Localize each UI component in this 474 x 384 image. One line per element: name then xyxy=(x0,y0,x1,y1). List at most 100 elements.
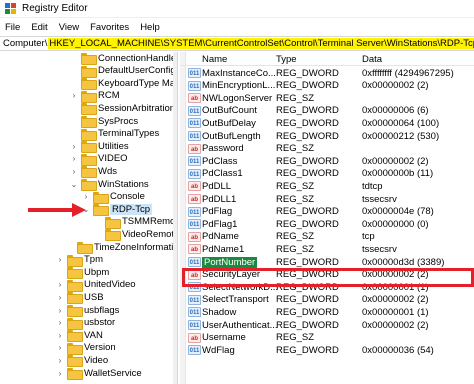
expand-chevron-icon[interactable]: › xyxy=(70,167,78,176)
value-row[interactable]: 011 PdClass REG_DWORD 0x00000002 (2) xyxy=(186,155,474,167)
expand-chevron-icon[interactable]: › xyxy=(56,369,64,378)
tree-item[interactable]: TimeZoneInformation xyxy=(66,241,177,254)
value-name: SelectNetworkD... xyxy=(202,281,279,293)
tree-item[interactable]: › usbflags xyxy=(56,304,119,317)
value-type: REG_SZ xyxy=(276,193,315,205)
tree-item[interactable]: ⌄ RDP-Tcp xyxy=(82,203,153,217)
value-row[interactable]: ab PdName1 REG_SZ tssecsrv xyxy=(186,243,474,255)
expand-chevron-icon[interactable]: › xyxy=(70,154,78,163)
tree-item[interactable]: › RCM xyxy=(70,90,120,103)
tree-item[interactable]: › Version xyxy=(56,342,116,355)
value-row[interactable]: 011 PortNumber REG_DWORD 0x00000d3d (3389) xyxy=(186,256,474,268)
tree-item[interactable]: DefaultUserConfigu xyxy=(70,65,177,78)
value-row[interactable]: 011 UserAuthenticat... REG_DWORD 0x00000002… xyxy=(186,319,474,331)
expand-chevron-icon[interactable]: › xyxy=(56,306,64,315)
folder-icon xyxy=(81,90,97,103)
folder-icon xyxy=(81,153,97,166)
tree-item[interactable]: › USB xyxy=(56,291,104,305)
tree-item[interactable]: › VAN xyxy=(56,329,103,343)
value-row[interactable]: ab PdDLL REG_SZ tdtcp xyxy=(186,180,474,192)
address-bar[interactable]: Computer\ HKEY_LOCAL_MACHINE\SYSTEM\Curr… xyxy=(0,36,474,51)
tree-item[interactable]: › VIDEO xyxy=(70,153,128,166)
tree-item[interactable]: › Wds xyxy=(70,165,117,179)
value-name: MaxInstanceCo... xyxy=(202,67,276,79)
tree-item[interactable]: › Tpm xyxy=(56,254,103,267)
value-row[interactable]: ab NWLogonServer REG_SZ xyxy=(186,92,474,104)
value-data: 0x00000002 (2) xyxy=(362,319,429,331)
value-row[interactable]: 011 PdClass1 REG_DWORD 0x0000000b (11) xyxy=(186,168,474,180)
value-name: OutBufCount xyxy=(202,105,257,117)
menu-help[interactable]: Help xyxy=(140,22,160,33)
expand-chevron-icon[interactable]: › xyxy=(56,318,64,327)
column-name-header[interactable]: Name xyxy=(202,54,227,65)
value-row[interactable]: ab PdDLL1 REG_SZ tssecsrv xyxy=(186,193,474,205)
expand-chevron-icon[interactable]: › xyxy=(70,91,78,100)
expand-chevron-icon[interactable]: › xyxy=(56,343,64,352)
value-row[interactable]: 011 SelectTransport REG_DWORD 0x00000002 (2… xyxy=(186,294,474,306)
expand-chevron-icon[interactable]: › xyxy=(56,255,64,264)
value-row[interactable]: ab Username REG_SZ xyxy=(186,332,474,344)
value-type: REG_DWORD xyxy=(276,344,339,356)
tree-item-label: WalletService xyxy=(84,367,142,379)
value-row[interactable]: 011 WdFlag REG_DWORD 0x00000036 (54) xyxy=(186,344,474,356)
key-tree[interactable]: ConnectionHandle DefaultUserConfigu Keyboa… xyxy=(0,52,178,384)
tree-item[interactable]: ConnectionHandle xyxy=(70,52,176,65)
value-row[interactable]: 011 PdFlag REG_DWORD 0x0000004e (78) xyxy=(186,206,474,218)
tree-item[interactable]: VideoRemoti xyxy=(94,228,176,242)
tree-item-label: WinStations xyxy=(98,178,149,190)
value-row[interactable]: ab SecurityLayer REG_DWORD 0x00000002 (2) xyxy=(186,269,474,281)
tree-item[interactable]: › Video xyxy=(56,354,108,368)
value-row[interactable]: 011 OutBufLength REG_DWORD 0x00000212 (530) xyxy=(186,130,474,142)
tree-item[interactable]: Ubpm xyxy=(56,266,109,280)
menu-view[interactable]: View xyxy=(59,22,79,33)
expand-chevron-icon[interactable]: › xyxy=(56,331,64,340)
expand-chevron-icon[interactable]: › xyxy=(56,280,64,289)
expand-chevron-icon[interactable]: › xyxy=(82,192,90,201)
tree-item[interactable]: › Console xyxy=(82,191,145,204)
folder-icon xyxy=(81,179,97,191)
tree-item-label: SessionArbitrationH xyxy=(98,102,178,114)
value-name: MinEncryptionL... xyxy=(202,80,276,92)
value-type: REG_DWORD xyxy=(276,294,339,306)
value-row[interactable]: 011 SelectNetworkD... REG_DWORD 0x00000001 … xyxy=(186,281,474,293)
registry-editor-icon xyxy=(5,2,17,15)
menu-file[interactable]: File xyxy=(5,22,20,33)
column-data-header[interactable]: Data xyxy=(362,54,382,65)
value-row[interactable]: 011 Shadow REG_DWORD 0x00000001 (1) xyxy=(186,306,474,318)
expand-chevron-icon[interactable]: › xyxy=(56,293,64,302)
tree-item[interactable]: › WalletService xyxy=(56,367,142,380)
value-type: REG_DWORD xyxy=(276,168,339,180)
tree-item[interactable]: TerminalTypes xyxy=(70,128,159,141)
value-row[interactable]: 011 PdFlag1 REG_DWORD 0x00000000 (0) xyxy=(186,218,474,230)
value-row[interactable]: 011 MinEncryptionL... REG_DWORD 0x00000002 … xyxy=(186,80,474,92)
value-row[interactable]: 011 OutBufDelay REG_DWORD 0x00000064 (100) xyxy=(186,117,474,129)
value-data: 0x00000002 (2) xyxy=(362,294,429,306)
value-name: OutBufDelay xyxy=(202,117,256,129)
tree-scrollbar[interactable] xyxy=(173,52,177,384)
value-type: REG_SZ xyxy=(276,332,315,344)
tree-item[interactable]: TSMMRemot xyxy=(94,216,177,229)
value-row[interactable]: 011 OutBufCount REG_DWORD 0x00000006 (6) xyxy=(186,105,474,117)
folder-icon xyxy=(67,342,83,355)
expand-chevron-icon[interactable]: ⌄ xyxy=(70,180,78,189)
tree-item[interactable]: › Utilities xyxy=(70,140,129,154)
expand-chevron-icon[interactable]: › xyxy=(70,142,78,151)
menu-edit[interactable]: Edit xyxy=(31,22,47,33)
tree-item-label: usbstor xyxy=(84,317,116,329)
tree-item[interactable]: KeyboardType Map xyxy=(70,77,177,91)
expand-chevron-icon[interactable]: › xyxy=(56,356,64,365)
tree-item[interactable]: SysProcs xyxy=(70,115,138,128)
value-row[interactable]: 011 MaxInstanceCo... REG_DWORD 0xffffffff (… xyxy=(186,67,474,79)
tree-item-label: USB xyxy=(84,291,104,303)
tree-item[interactable]: › UnitedVideo xyxy=(56,279,136,292)
tree-item[interactable]: › usbstor xyxy=(56,317,116,330)
values-list[interactable]: Name Type Data 011 MaxInstanceCo... REG_DW… xyxy=(180,52,474,384)
tree-item[interactable]: SessionArbitrationH xyxy=(70,102,178,116)
column-type-header[interactable]: Type xyxy=(276,54,297,65)
value-row[interactable]: ab PdName REG_SZ tcp xyxy=(186,231,474,243)
value-data: 0x00000006 (6) xyxy=(362,105,429,117)
binary-value-icon: 011 xyxy=(188,80,201,91)
tree-item[interactable]: ⌄ WinStations xyxy=(70,178,149,191)
value-row[interactable]: ab Password REG_SZ xyxy=(186,143,474,155)
menu-favorites[interactable]: Favorites xyxy=(90,22,129,33)
